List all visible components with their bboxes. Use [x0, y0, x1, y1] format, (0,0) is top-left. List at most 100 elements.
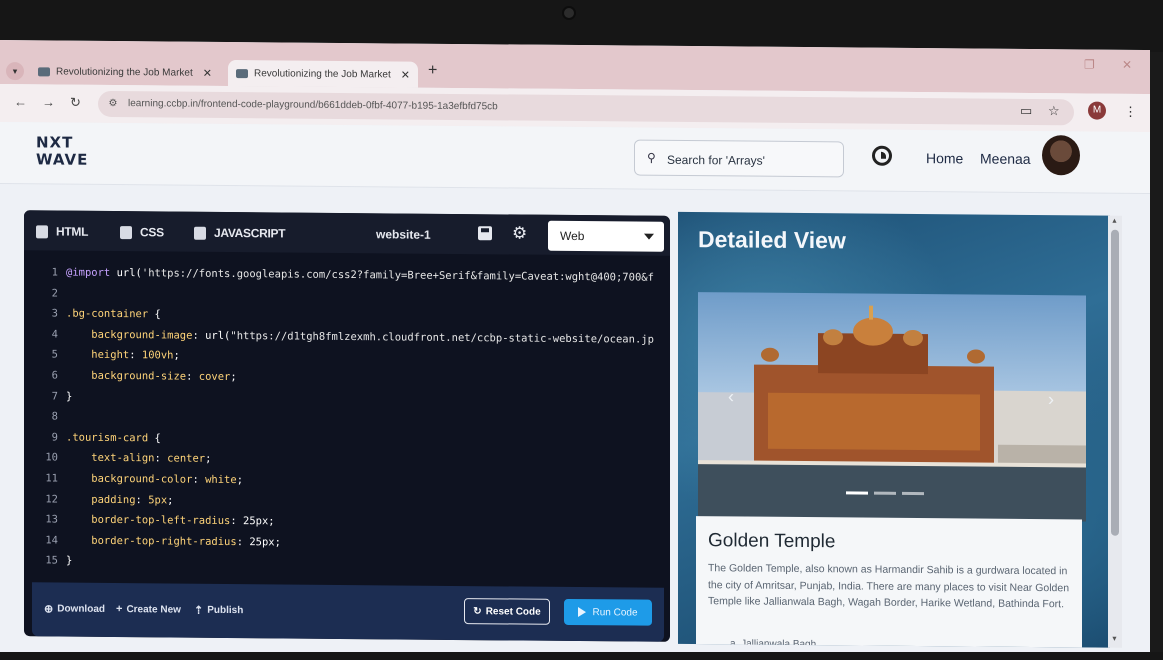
tab-label: JAVASCRIPT [214, 225, 286, 241]
tab-favicon [236, 68, 248, 78]
publish-icon: ⇡ [194, 604, 204, 617]
browser-tab-1[interactable]: Revolutionizing the Job Market ✕ [30, 58, 220, 86]
tab-html[interactable]: HTML [36, 224, 89, 239]
play-icon [578, 607, 587, 618]
temple-illustration [698, 305, 1086, 522]
webcam [562, 6, 576, 20]
line-number: 6 [51, 369, 58, 382]
line-number: 12 [45, 492, 58, 506]
scroll-down-icon[interactable]: ▼ [1111, 636, 1118, 643]
tab-title: Revolutionizing the Job Market [56, 65, 193, 79]
code-text: padding: 5px; [66, 493, 174, 507]
preview-scrollbar[interactable]: ▲ ▼ [1108, 215, 1122, 648]
logo-line-1: NXT [36, 133, 74, 152]
javascript-icon [194, 226, 206, 240]
reset-code-button[interactable]: ↻ Reset Code [464, 598, 550, 625]
code-text: @import url('https://fonts.googleapis.co… [66, 266, 654, 284]
css-icon [120, 225, 132, 239]
download-label: Download [57, 603, 105, 615]
cast-icon[interactable]: ▭ [1020, 103, 1032, 119]
line-number: 1 [51, 266, 58, 279]
nav-home-link[interactable]: Home [926, 150, 963, 166]
carousel-prev-icon[interactable]: ‹ [728, 386, 734, 407]
html-icon [36, 224, 48, 238]
line-number: 3 [51, 307, 58, 320]
create-new-button[interactable]: + Create New [116, 603, 181, 616]
preview-title: Detailed View [698, 226, 846, 254]
reset-icon: ↻ [473, 605, 482, 617]
page-content: NXT WAVE ⚲ Search for 'Arrays' Home Meen… [0, 122, 1150, 660]
preview-panel: Detailed View ‹ › Golden Temple The Gold… [678, 211, 1110, 648]
address-bar[interactable]: ⚙ learning.ccbp.in/frontend-code-playgro… [98, 90, 1074, 126]
publish-label: Publish [207, 604, 244, 617]
line-number: 8 [51, 410, 58, 423]
user-avatar[interactable] [1042, 135, 1080, 176]
close-tab-icon[interactable]: ✕ [401, 68, 410, 81]
restore-window-icon[interactable]: ❐ [1084, 57, 1095, 71]
new-tab-icon[interactable]: + [428, 62, 437, 80]
carousel-dot[interactable] [902, 491, 924, 496]
code-text: height: 100vh; [66, 348, 180, 362]
bookmark-star-icon[interactable]: ☆ [1048, 103, 1060, 119]
code-text: text-align: center; [66, 451, 212, 466]
card-list-item: a. Jallianwala Bagh [730, 638, 817, 648]
scrollbar-thumb[interactable] [1111, 229, 1119, 536]
file-name[interactable]: website-1 [376, 227, 431, 241]
editor-tab-bar: HTML CSS JAVASCRIPT website-1 ⚙ Web [24, 210, 670, 256]
line-number: 2 [51, 287, 58, 300]
code-text: background-color: white; [66, 472, 244, 487]
code-text: border-top-left-radius: 25px; [66, 513, 275, 528]
browser-menu-icon[interactable]: ⋮ [1124, 104, 1137, 120]
editor-footer: ⊕ Download + Create New ⇡ Publish ↻ Rese… [32, 582, 664, 642]
download-button[interactable]: ⊕ Download [44, 602, 105, 616]
plus-icon: + [116, 603, 123, 616]
close-tab-icon[interactable]: ✕ [203, 66, 212, 79]
back-icon[interactable]: ← [14, 94, 27, 109]
monitor-bezel-bottom [0, 652, 1163, 660]
reload-icon[interactable]: ↻ [70, 95, 81, 111]
line-number: 10 [45, 451, 58, 464]
run-code-button[interactable]: Run Code [564, 598, 652, 626]
tab-favicon [38, 66, 50, 76]
line-number: 14 [45, 534, 58, 547]
site-header: NXT WAVE ⚲ Search for 'Arrays' Home Meen… [0, 122, 1150, 195]
line-number: 9 [51, 431, 58, 444]
search-box[interactable]: ⚲ Search for 'Arrays' [634, 139, 844, 178]
close-window-icon[interactable]: ✕ [1122, 58, 1132, 72]
forward-icon[interactable]: → [42, 94, 55, 109]
code-line[interactable]: 15} [24, 555, 670, 581]
url-text: learning.ccbp.in/frontend-code-playgroun… [128, 98, 498, 113]
carousel-next-icon[interactable]: › [1048, 389, 1054, 410]
download-icon: ⊕ [44, 603, 54, 616]
nxtwave-logo[interactable]: NXT WAVE [36, 133, 88, 168]
code-text: } [66, 390, 73, 403]
carousel-dot[interactable] [874, 491, 896, 495]
code-text: .bg-container { [66, 307, 161, 321]
mode-value: Web [560, 228, 585, 244]
card-description: The Golden Temple, also known as Harmand… [708, 562, 1070, 611]
tab-javascript[interactable]: JAVASCRIPT [194, 225, 286, 241]
tab-label: HTML [56, 224, 89, 239]
scroll-up-icon[interactable]: ▲ [1111, 218, 1118, 225]
line-number: 13 [45, 513, 58, 526]
code-editor-panel: HTML CSS JAVASCRIPT website-1 ⚙ Web 1 @i… [24, 210, 670, 642]
code-area[interactable]: 1 @import url('https://fonts.googleapis.c… [24, 266, 670, 588]
code-text: background-size: cover; [66, 369, 237, 384]
card-title: Golden Temple [708, 530, 836, 553]
tab-label: CSS [140, 225, 164, 240]
browser-profile-avatar[interactable]: M [1088, 101, 1106, 120]
publish-button[interactable]: ⇡ Publish [194, 604, 243, 617]
settings-gear-icon[interactable]: ⚙ [512, 223, 527, 243]
code-text: } [66, 554, 73, 568]
tab-search-icon[interactable]: ▾ [6, 62, 24, 81]
site-info-icon[interactable]: ⚙ [106, 97, 120, 111]
tab-css[interactable]: CSS [120, 225, 164, 239]
carousel-dot[interactable] [846, 491, 868, 495]
browser-tab-2-active[interactable]: Revolutionizing the Job Market ✕ [228, 59, 418, 88]
save-icon[interactable] [478, 226, 492, 241]
chevron-down-icon [644, 233, 654, 240]
tab-title: Revolutionizing the Job Market [254, 67, 391, 80]
mode-select[interactable]: Web [548, 220, 664, 252]
nav-user-name[interactable]: Meenaa [980, 151, 1031, 167]
timer-icon[interactable] [872, 145, 892, 166]
